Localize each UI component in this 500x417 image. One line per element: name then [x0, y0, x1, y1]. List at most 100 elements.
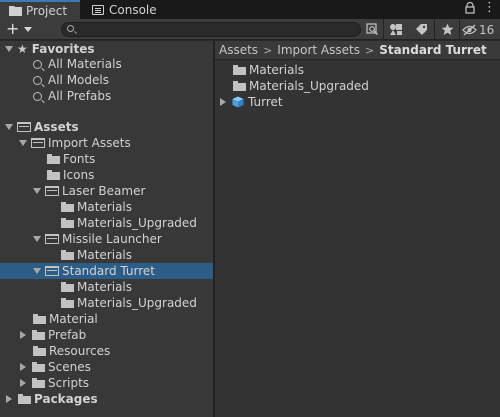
folder-open-icon	[45, 234, 59, 244]
eye-slash-icon	[462, 24, 477, 36]
folder-icon	[61, 298, 74, 308]
expand-arrow-icon[interactable]	[220, 98, 226, 106]
breadcrumb: Assets > Import Assets > Standard Turret	[215, 41, 500, 60]
tree-laser-materials-upgraded[interactable]: Materials_Upgraded	[0, 215, 213, 231]
favorite-all-models[interactable]: All Models	[0, 72, 213, 88]
tree-favorites[interactable]: ★ Favorites	[0, 41, 213, 57]
folder-icon	[33, 314, 46, 324]
collapse-arrow-icon[interactable]	[20, 363, 26, 371]
tree-label: All Models	[48, 73, 109, 87]
favorite-all-prefabs[interactable]: All Prefabs	[0, 88, 213, 104]
plus-icon: +	[6, 19, 20, 38]
tree-label: Materials	[77, 200, 133, 214]
tab-console[interactable]: Console	[86, 0, 166, 19]
expand-arrow-icon[interactable]	[33, 236, 41, 242]
create-button[interactable]: +	[4, 20, 34, 38]
breadcrumb-import-assets[interactable]: Import Assets	[277, 43, 360, 57]
tree-prefab[interactable]: Prefab	[0, 327, 213, 343]
tree-label: Material	[49, 312, 98, 326]
collapse-arrow-icon[interactable]	[20, 331, 26, 339]
breadcrumb-standard-turret[interactable]: Standard Turret	[379, 43, 487, 57]
filter-by-label-icon[interactable]	[411, 21, 431, 38]
tree-material[interactable]: Material	[0, 311, 213, 327]
tree-label: Prefab	[48, 328, 87, 342]
tree-label: Missile Launcher	[62, 232, 162, 246]
star-icon: ★	[17, 42, 28, 56]
search-icon	[33, 75, 42, 85]
expand-arrow-icon[interactable]	[5, 124, 13, 130]
filter-by-type-icon[interactable]	[386, 21, 406, 38]
search-icon	[67, 25, 74, 32]
tree-turret-materials[interactable]: Materials	[0, 279, 213, 295]
tree-resources[interactable]: Resources	[0, 343, 213, 359]
content-turret[interactable]: Turret	[215, 94, 500, 110]
collapse-arrow-icon[interactable]	[6, 395, 12, 403]
search-icon	[33, 59, 42, 69]
folder-icon	[32, 362, 45, 372]
folder-icon	[47, 170, 60, 180]
chevron-down-icon	[24, 27, 32, 32]
tree-assets[interactable]: Assets	[0, 119, 213, 135]
folder-icon	[32, 330, 45, 340]
search-icon	[33, 91, 42, 101]
tree-label: Packages	[34, 392, 98, 406]
content-materials[interactable]: Materials	[215, 62, 500, 78]
favorite-all-materials[interactable]: All Materials	[0, 56, 213, 72]
chevron-right-icon: >	[364, 43, 375, 57]
tree-label: Icons	[63, 168, 95, 182]
tree-label: Scenes	[48, 360, 91, 374]
search-input[interactable]	[78, 23, 356, 36]
expand-arrow-icon[interactable]	[33, 268, 41, 274]
breadcrumb-assets[interactable]: Assets	[219, 43, 258, 57]
folder-icon	[9, 5, 22, 16]
tree-scenes[interactable]: Scenes	[0, 359, 213, 375]
tree-laser-materials[interactable]: Materials	[0, 199, 213, 215]
search-by-type-icon[interactable]	[364, 21, 380, 38]
tree-label: Materials_Upgraded	[77, 216, 197, 230]
tree-label: Standard Turret	[62, 264, 155, 278]
folder-open-icon	[17, 122, 31, 132]
tree-import-assets[interactable]: Import Assets	[0, 135, 213, 151]
tree-icons[interactable]: Icons	[0, 167, 213, 183]
folder-open-icon	[31, 138, 45, 148]
collapse-arrow-icon[interactable]	[20, 379, 26, 387]
tree-missile-materials[interactable]: Materials	[0, 247, 213, 263]
favorites-star-icon[interactable]	[437, 21, 457, 38]
tree-fonts[interactable]: Fonts	[0, 151, 213, 167]
folder-icon	[233, 81, 246, 91]
folder-contents-panel: Assets > Import Assets > Standard Turret…	[215, 41, 500, 417]
tree-missile-launcher[interactable]: Missile Launcher	[0, 231, 213, 247]
tree-standard-turret[interactable]: Standard Turret	[0, 263, 213, 279]
tree-label: All Materials	[48, 57, 122, 71]
tree-label: Materials_Upgraded	[77, 296, 197, 310]
tree-scripts[interactable]: Scripts	[0, 375, 213, 391]
tree-label: Laser Beamer	[62, 184, 146, 198]
expand-arrow-icon[interactable]	[19, 140, 27, 146]
hidden-packages-count: 16	[479, 22, 495, 37]
tree-label: Favorites	[31, 42, 95, 56]
tree-packages[interactable]: Packages	[0, 391, 213, 407]
folder-open-icon	[45, 186, 59, 196]
search-field[interactable]	[61, 22, 361, 37]
tab-project[interactable]: Project	[0, 0, 80, 19]
expand-arrow-icon[interactable]	[33, 188, 41, 194]
prefab-cube-icon	[232, 96, 244, 108]
tree-turret-materials-upgraded[interactable]: Materials_Upgraded	[0, 295, 213, 311]
content-materials-upgraded[interactable]: Materials_Upgraded	[215, 78, 500, 94]
folder-icon	[18, 394, 31, 404]
expand-arrow-icon[interactable]	[5, 46, 13, 52]
tree-label: Materials	[77, 248, 133, 262]
content-label: Turret	[248, 95, 283, 109]
chevron-right-icon: >	[263, 43, 273, 57]
lock-icon[interactable]	[465, 1, 475, 17]
tree-label: Materials	[77, 280, 133, 294]
hidden-packages-toggle[interactable]: 16	[462, 21, 498, 38]
content-label: Materials_Upgraded	[249, 79, 369, 93]
console-icon	[92, 4, 105, 15]
tree-label: Scripts	[48, 376, 90, 390]
tree-laser-beamer[interactable]: Laser Beamer	[0, 183, 213, 199]
more-menu-icon[interactable]: ⋮	[483, 0, 496, 15]
folder-icon	[33, 346, 46, 356]
tab-project-label: Project	[26, 3, 68, 18]
toolbar: + 16	[0, 19, 500, 40]
